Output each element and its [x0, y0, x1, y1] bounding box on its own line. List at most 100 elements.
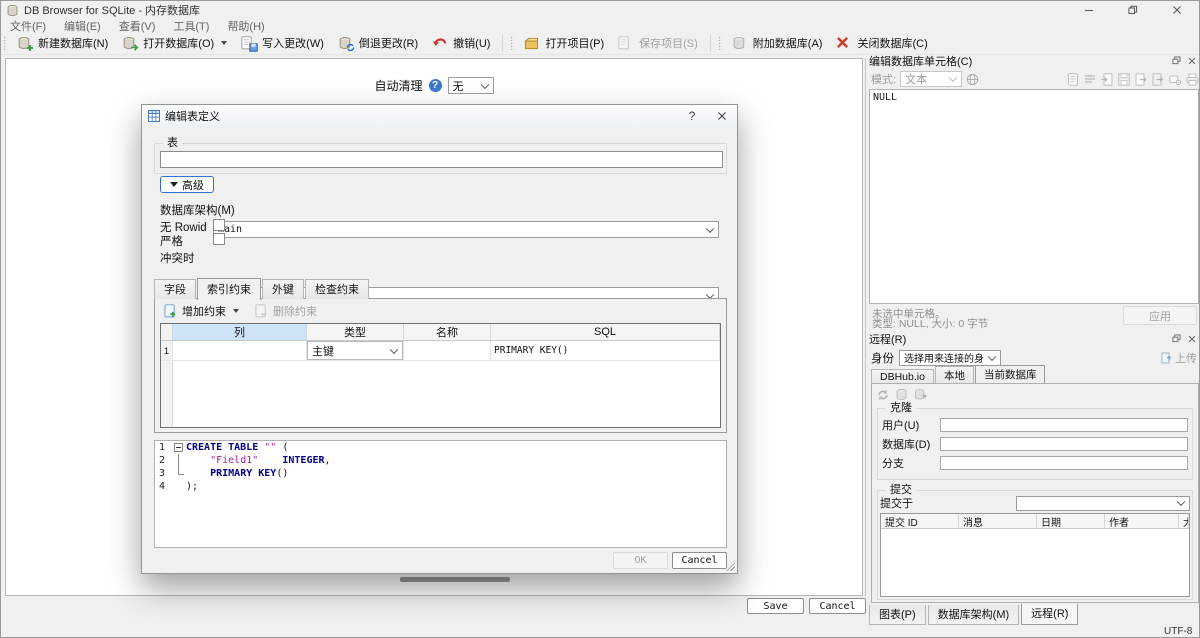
ok-button[interactable]: OK: [613, 552, 668, 569]
refresh-icon[interactable]: [877, 389, 889, 401]
schema-label: 数据库架构(M): [160, 202, 235, 218]
strict-checkbox[interactable]: [213, 233, 225, 245]
dialog-cancel-button[interactable]: Cancel: [672, 552, 727, 569]
open-database-dropdown-caret[interactable]: [221, 41, 227, 45]
constraint-type-cell[interactable]: 主键: [307, 341, 404, 361]
user-field[interactable]: [940, 418, 1188, 432]
database-push-icon[interactable]: [914, 388, 927, 401]
undo-button[interactable]: 撤销(U): [425, 33, 497, 53]
col-author[interactable]: 作者: [1105, 514, 1179, 528]
save-project-button[interactable]: 保存项目(S): [611, 33, 705, 53]
table-name-field[interactable]: [160, 151, 723, 168]
advanced-toggle-button[interactable]: 高级: [160, 176, 214, 193]
commit-to-select[interactable]: [1016, 496, 1190, 511]
commit-table[interactable]: 提交 ID 消息 日期 作者 大小: [880, 513, 1190, 597]
cancel-button[interactable]: Cancel: [809, 598, 866, 614]
tab-foreign-keys[interactable]: 外键: [262, 279, 304, 299]
tab-remote[interactable]: 远程(R): [1021, 604, 1078, 625]
mode-select[interactable]: 文本: [900, 71, 962, 87]
upload-button[interactable]: 上传: [1161, 350, 1197, 366]
branch-field[interactable]: [940, 456, 1188, 470]
col-column[interactable]: 列: [173, 324, 307, 340]
open-project-button[interactable]: 打开项目(P): [517, 33, 611, 53]
conflict-label: 冲突时: [160, 250, 195, 266]
dock-tabbar: 图表(P) 数据库架构(M) 远程(R): [869, 605, 1080, 622]
col-sql[interactable]: SQL: [491, 324, 720, 340]
remove-constraint-button[interactable]: 删除约束: [252, 302, 320, 320]
close-database-button[interactable]: 关闭数据库(C): [829, 33, 934, 53]
float-dock-icon[interactable]: [1172, 56, 1181, 65]
tab-db-schema[interactable]: 数据库架构(M): [928, 605, 1020, 625]
document-icon[interactable]: [1067, 73, 1079, 86]
restore-button[interactable]: [1111, 1, 1155, 19]
col-type[interactable]: 类型: [307, 324, 404, 340]
resize-grip[interactable]: [726, 562, 735, 571]
dialog-help-button[interactable]: ?: [677, 105, 707, 127]
undo-icon: [432, 36, 448, 51]
tab-fields[interactable]: 字段: [154, 279, 196, 299]
save-button[interactable]: Save: [747, 598, 804, 614]
close-button[interactable]: [1155, 1, 1199, 19]
col-commit-id[interactable]: 提交 ID: [881, 514, 959, 528]
import-icon[interactable]: [1101, 73, 1113, 86]
chevron-down-icon: [988, 352, 996, 360]
tab-plot[interactable]: 图表(P): [869, 605, 926, 625]
remote-current-db-panel: 克隆 用户(U) 数据库(D) 分支 提交 提交于: [871, 383, 1199, 603]
print-icon[interactable]: [1186, 73, 1199, 86]
col-message[interactable]: 消息: [959, 514, 1037, 528]
col-date[interactable]: 日期: [1037, 514, 1105, 528]
help-icon[interactable]: ?: [429, 79, 442, 92]
set-null-icon[interactable]: [1169, 73, 1181, 86]
save-icon[interactable]: [1118, 73, 1130, 86]
horizontal-scrollbar-thumb[interactable]: [400, 577, 510, 582]
constraints-grid[interactable]: 列 类型 名称 SQL 1 主键 PRIMARY KEY(): [160, 323, 721, 428]
tab-local[interactable]: 本地: [935, 366, 974, 384]
constraint-columns-cell[interactable]: [173, 341, 307, 361]
tab-check-constraints[interactable]: 检查约束: [305, 279, 369, 299]
save-project-icon: [618, 36, 634, 51]
fold-marker-icon[interactable]: [172, 441, 186, 454]
auto-vacuum-select[interactable]: 无: [448, 77, 494, 94]
cell-content: NULL: [870, 90, 1198, 105]
col-name[interactable]: 名称: [404, 324, 491, 340]
float-dock-icon[interactable]: [1172, 334, 1181, 343]
without-rowid-checkbox[interactable]: [213, 219, 225, 231]
export-icon[interactable]: [1152, 73, 1164, 86]
constraint-sql-cell[interactable]: PRIMARY KEY(): [491, 341, 720, 361]
open-database-button[interactable]: 打开数据库(O): [115, 33, 234, 53]
panel-splitter[interactable]: [865, 58, 866, 596]
apply-button[interactable]: 应用: [1123, 306, 1197, 325]
encoding-status[interactable]: UTF-8: [1164, 626, 1192, 637]
constraint-row[interactable]: 1 主键 PRIMARY KEY(): [161, 341, 720, 361]
dialog-title-bar[interactable]: 编辑表定义 ?: [142, 105, 737, 127]
constraint-name-cell[interactable]: [404, 341, 491, 361]
close-dock-icon[interactable]: [1188, 57, 1196, 65]
table-name-group: 表: [154, 143, 727, 174]
align-list-icon[interactable]: [1084, 73, 1096, 86]
dialog-close-button[interactable]: [707, 105, 737, 127]
add-constraint-button[interactable]: 增加约束: [161, 302, 242, 320]
table-icon: [148, 110, 160, 122]
constraint-type-select[interactable]: 主键: [307, 341, 403, 360]
minimize-button[interactable]: [1067, 1, 1111, 19]
tab-indexed-constraints[interactable]: 索引约束: [197, 278, 261, 300]
database-field[interactable]: [940, 437, 1188, 451]
attach-database-button[interactable]: 附加数据库(A): [725, 33, 830, 53]
col-size[interactable]: 大小: [1179, 514, 1189, 528]
schema-select[interactable]: main: [213, 221, 719, 238]
revert-changes-button[interactable]: 倒退更改(R): [331, 33, 425, 53]
tab-current-database[interactable]: 当前数据库: [975, 365, 1046, 385]
word-wrap-icon[interactable]: [966, 73, 979, 86]
tab-dbhub[interactable]: DBHub.io: [871, 369, 934, 384]
sql-preview-editor[interactable]: 1 CREATE TABLE "" ( 2 "Field1" INTEGER, …: [154, 440, 727, 548]
write-changes-button[interactable]: 写入更改(W): [234, 33, 331, 53]
add-constraint-dropdown-caret[interactable]: [233, 309, 239, 313]
new-database-button[interactable]: 新建数据库(N): [10, 33, 115, 53]
identity-select[interactable]: 选择用来连接的身份: [899, 350, 1001, 366]
cell-editor-textarea[interactable]: NULL: [869, 89, 1199, 304]
database-icon[interactable]: [895, 388, 908, 401]
identity-row: 身份 选择用来连接的身份 上传: [871, 349, 1199, 366]
line-number: 3: [155, 467, 172, 480]
close-dock-icon[interactable]: [1188, 335, 1196, 343]
export-as-icon[interactable]: [1135, 73, 1147, 86]
